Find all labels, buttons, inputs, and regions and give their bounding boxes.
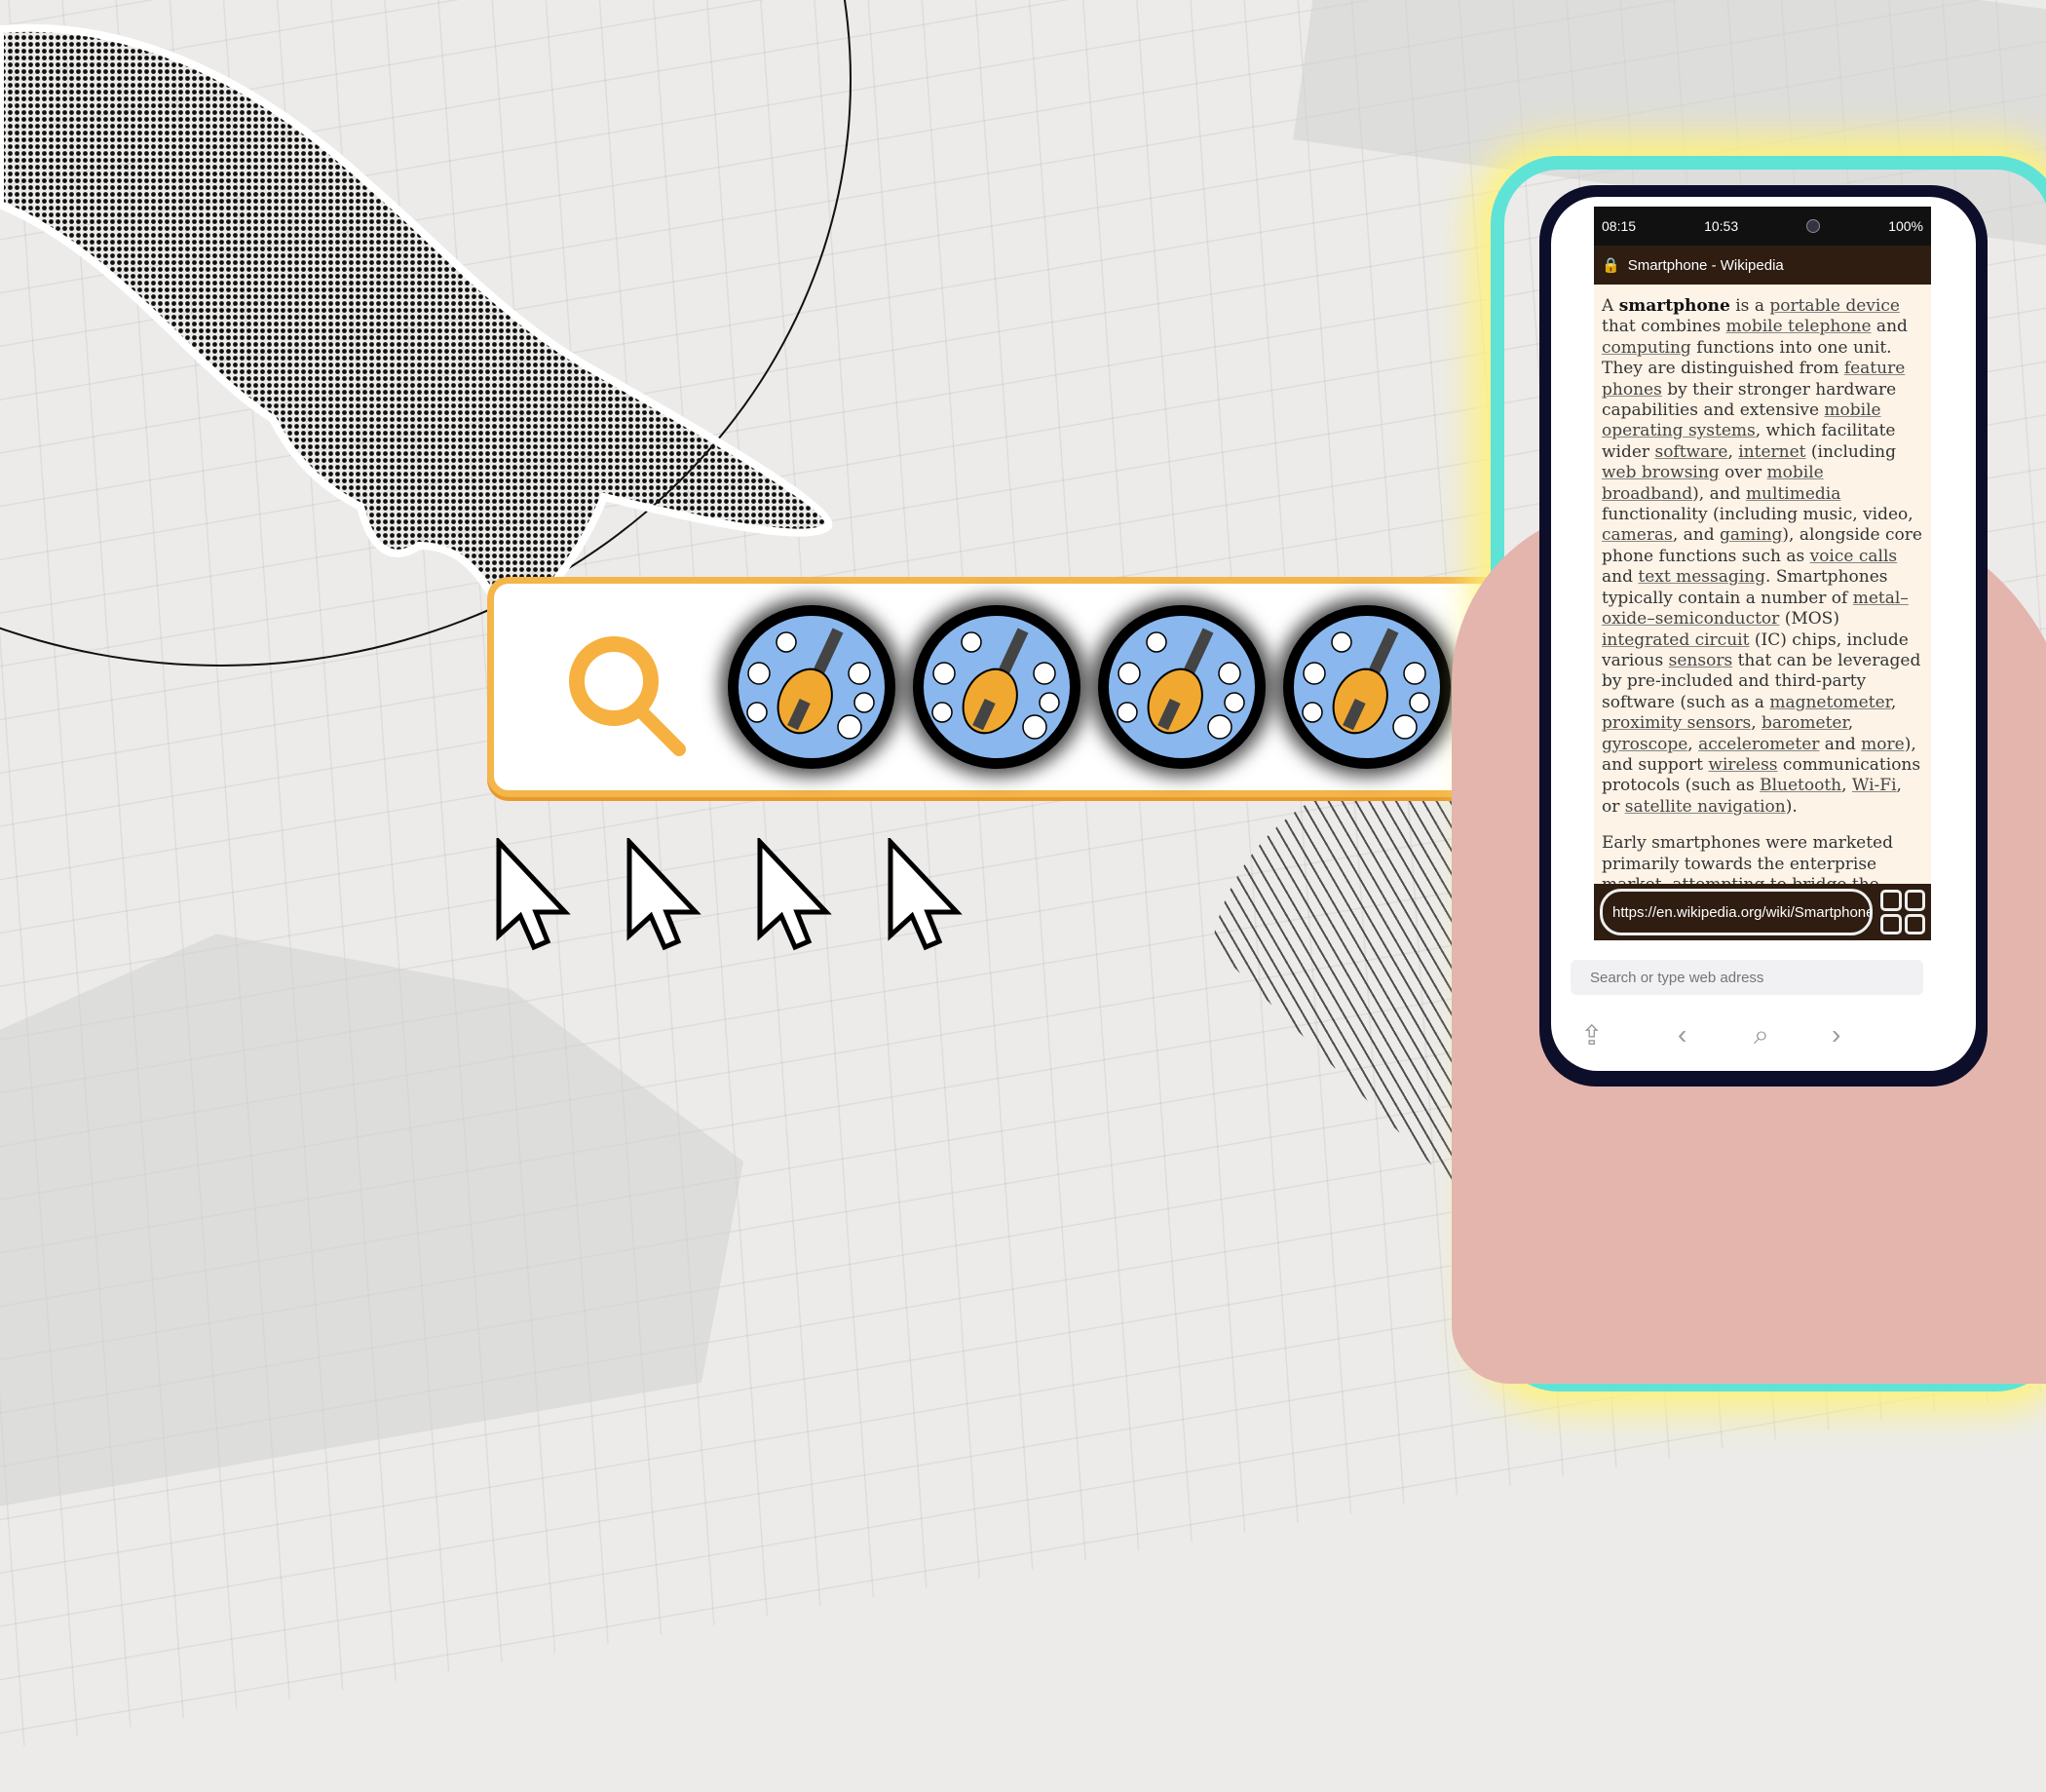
article-paragraph: Early smartphones were marketed primaril… [1602, 833, 1893, 884]
browser-title-bar: 🔒 Smartphone - Wikipedia [1594, 246, 1931, 285]
article-link[interactable]: gaming [1720, 525, 1782, 545]
pointer-cursor-icon [626, 838, 701, 951]
tabs-grid-icon[interactable] [1880, 890, 1925, 934]
article-link[interactable]: metal–oxide–semiconductor [1602, 589, 1909, 629]
url-field[interactable]: https://en.wikipedia.org/wiki/Smartphone [1600, 889, 1873, 935]
article-link[interactable]: satellite navigation [1625, 797, 1786, 817]
status-bar: 08:15 10:53 100% [1594, 207, 1931, 246]
article-link[interactable]: computing [1602, 338, 1691, 358]
violin-in-clouds-icon[interactable] [913, 605, 1080, 769]
article-link[interactable]: feature phones [1602, 359, 1905, 399]
magnifier-icon [569, 636, 686, 756]
article-link[interactable]: sensors [1669, 651, 1733, 670]
front-camera [1806, 219, 1821, 233]
violin-in-clouds-icon[interactable] [728, 605, 895, 769]
violin-in-clouds-icon[interactable] [1283, 605, 1451, 769]
back-icon[interactable]: ‹ [1678, 1019, 1686, 1050]
page-title: Smartphone - Wikipedia [1627, 256, 1784, 274]
status-time: 10:53 [1704, 218, 1739, 234]
forward-icon[interactable]: › [1832, 1019, 1840, 1050]
halftone-pointing-hand [0, 23, 833, 624]
article-link[interactable]: Bluetooth [1760, 776, 1841, 795]
article-link[interactable]: more [1861, 735, 1905, 754]
url-bar: https://en.wikipedia.org/wiki/Smartphone [1594, 884, 1931, 940]
article-content: A smartphone is a portable device that c… [1594, 285, 1931, 884]
smartphone: 08:15 10:53 100% 🔒 Smartphone - Wikipedi… [1539, 185, 1988, 1087]
search-icon[interactable]: ⌕ [1754, 1019, 1769, 1051]
article-link[interactable]: multimedia [1746, 484, 1840, 504]
article-link[interactable]: magnetometer [1769, 693, 1891, 712]
article-link[interactable]: wireless [1708, 755, 1777, 775]
pointer-cursor-icon [757, 838, 832, 951]
browser-nav-bar: ⇪ ‹ ⌕ › [1571, 1013, 1956, 1056]
article-link[interactable]: internet [1738, 442, 1805, 462]
article-link[interactable]: text messaging [1638, 567, 1765, 587]
violin-in-clouds-icon[interactable] [1098, 605, 1266, 769]
article-link[interactable]: gyroscope [1602, 735, 1687, 754]
article-link[interactable]: proximity sensors [1602, 713, 1751, 733]
status-time-left: 08:15 [1602, 218, 1637, 234]
article-link[interactable]: web browsing [1602, 463, 1720, 482]
bold-term: smartphone [1618, 296, 1730, 316]
pointer-cursor-icon [496, 838, 571, 951]
article-link[interactable]: portable device [1769, 296, 1900, 316]
lock-icon: 🔒 [1602, 257, 1620, 274]
article-link[interactable]: barometer [1762, 713, 1848, 733]
share-icon[interactable]: ⇪ [1580, 1019, 1603, 1051]
article-link[interactable]: integrated circuit [1602, 630, 1749, 650]
phone-screen: 08:15 10:53 100% 🔒 Smartphone - Wikipedi… [1551, 197, 1976, 1071]
search-input[interactable] [1571, 960, 1923, 995]
search-bar[interactable] [487, 577, 1534, 797]
pointer-cursor-icon [888, 838, 963, 951]
article-link[interactable]: Wi-Fi [1852, 776, 1897, 795]
article-link[interactable]: accelerometer [1698, 735, 1819, 754]
article-link[interactable]: voice calls [1810, 547, 1898, 566]
article-link[interactable]: software [1654, 442, 1727, 462]
article-link[interactable]: cameras [1602, 525, 1673, 545]
article-link[interactable]: mobile telephone [1725, 317, 1871, 336]
article-link[interactable]: mobile operating systems [1602, 400, 1881, 440]
article-paragraph: A smartphone is a portable device that c… [1602, 296, 1922, 817]
battery-indicator: 100% [1888, 218, 1923, 234]
